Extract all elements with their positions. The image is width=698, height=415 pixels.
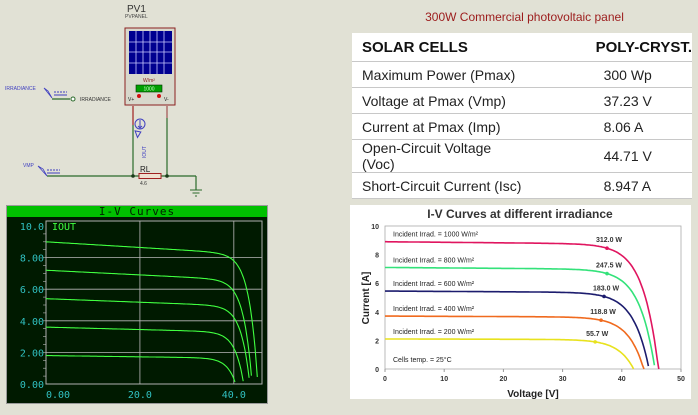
mpp-marker bbox=[599, 318, 603, 323]
x-tick-label: 40 bbox=[618, 376, 626, 383]
series-label: Incident Irrad. = 800 W/m² bbox=[393, 257, 475, 264]
x-tick-label: 30 bbox=[559, 376, 567, 383]
y-tick-label: 8 bbox=[375, 253, 379, 260]
mpp-label: 247.5 W bbox=[596, 263, 622, 270]
mpp-marker bbox=[602, 294, 606, 299]
x-tick-label: 0 bbox=[383, 376, 387, 383]
mpp-marker bbox=[605, 271, 609, 276]
chart-title: I-V Curves at different irradiance bbox=[427, 207, 613, 221]
mpp-label: 55.7 W bbox=[586, 331, 609, 338]
y-tick-label: 4 bbox=[375, 310, 379, 317]
mpp-marker bbox=[605, 246, 609, 251]
y-tick-label: 6 bbox=[375, 281, 379, 288]
x-tick-label: 20 bbox=[500, 376, 508, 383]
mpp-marker bbox=[593, 340, 597, 344]
y-tick-label: 0 bbox=[375, 367, 379, 374]
reference-iv-chart: I-V Curves at different irradiance 0 2 4 6 8 1… bbox=[350, 205, 691, 400]
mpp-label: 312.0 W bbox=[596, 237, 622, 244]
y-axis-label: Current [A] bbox=[361, 272, 372, 325]
series-label: Incident Irrad. = 400 W/m² bbox=[393, 306, 475, 313]
y-tick-label: 10 bbox=[371, 224, 379, 231]
y-tick-label: 2 bbox=[375, 338, 379, 345]
iv-series-line bbox=[385, 338, 635, 370]
x-axis-label: Voltage [V] bbox=[507, 389, 558, 400]
mpp-label: 118.8 W bbox=[590, 309, 616, 316]
x-tick-label: 10 bbox=[440, 376, 448, 383]
series-label: Incident Irrad. = 200 W/m² bbox=[393, 329, 475, 336]
reference-iv-plot: I-V Curves at different irradiance 0 2 4 6 8 1… bbox=[361, 207, 685, 400]
mpp-label: 183.0 W bbox=[593, 285, 619, 292]
series-label: Incident Irrad. = 600 W/m² bbox=[393, 281, 475, 288]
x-tick-label: 50 bbox=[677, 376, 685, 383]
plot-frame bbox=[384, 225, 682, 370]
series-label: Incident Irrad. = 1000 W/m² bbox=[393, 232, 479, 239]
cells-temp-annotation: Cells temp. = 25°C bbox=[393, 356, 452, 364]
